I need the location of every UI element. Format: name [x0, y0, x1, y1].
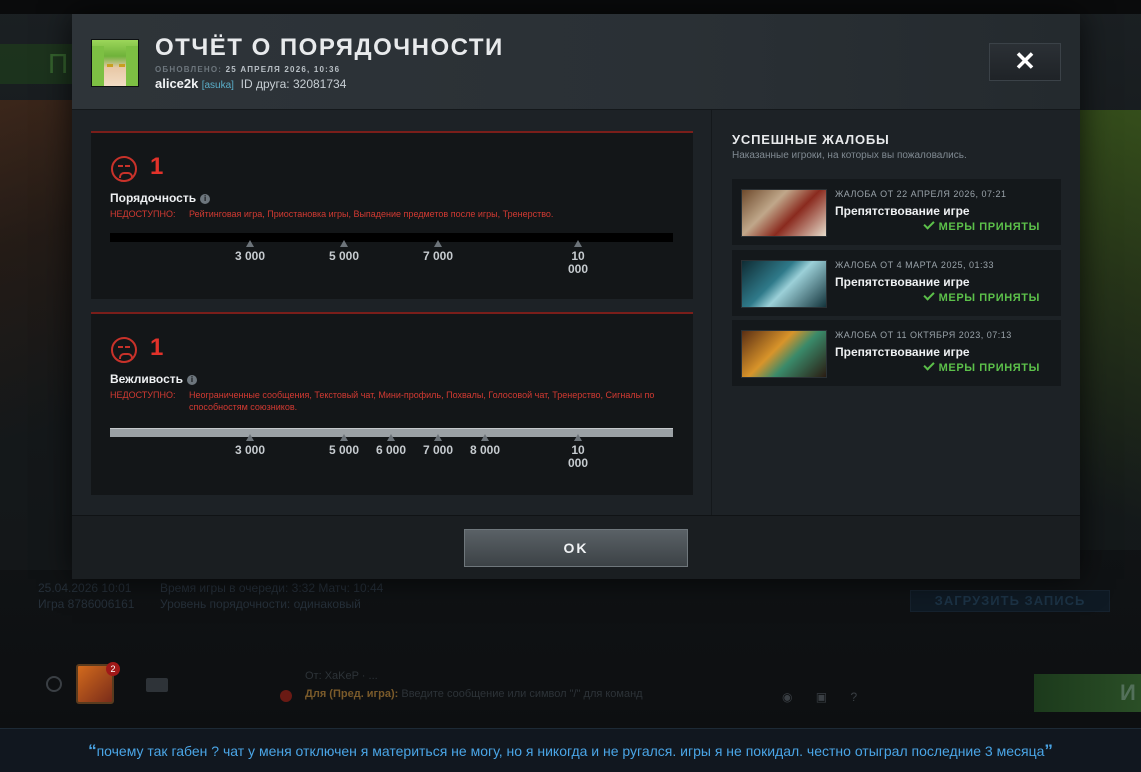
- modal-title: ОТЧЁТ О ПОРЯДОЧНОСТИ: [155, 34, 504, 61]
- politeness-label-text: Вежливость: [110, 372, 184, 386]
- angry-face-icon: [111, 337, 137, 363]
- report-item: ЖАЛОБА ОТ 4 МАРТА 2025, 01:33 Препятство…: [732, 250, 1061, 316]
- chat-tool-icons[interactable]: ◉ ▣ ?: [782, 690, 867, 704]
- report-status-text: МЕРЫ ПРИНЯТЫ: [938, 362, 1040, 374]
- politeness-unavailable: НЕДОСТУПНО: Неограниченные сообщения, Те…: [110, 389, 670, 413]
- report-reason: Препятствование игре: [835, 345, 970, 359]
- report-status-text: МЕРЫ ПРИНЯТЫ: [938, 221, 1040, 233]
- conduct-label-text: Порядочность: [110, 191, 197, 205]
- report-reason: Препятствование игре: [835, 204, 970, 218]
- match-meta: 25.04.2026 10:01 Игра 8786006161: [38, 580, 134, 612]
- divider: [711, 110, 712, 515]
- top-bar: [0, 0, 1141, 14]
- report-date: ЖАЛОБА ОТ 11 ОКТЯБРЯ 2023, 07:13: [835, 330, 1012, 340]
- report-status: МЕРЫ ПРИНЯТЫ: [922, 218, 1040, 233]
- chat-from: От: XaKeP · ...: [305, 670, 378, 682]
- conduct-panel: 1 Порядочность i НЕДОСТУПНО: Рейтинговая …: [91, 131, 693, 299]
- conduct-report-modal: ОТЧЁТ О ПОРЯДОЧНОСТИ ОБНОВЛЕНО: 25 АПРЕЛ…: [72, 14, 1080, 579]
- friend-id: ID друга: 32081734: [240, 77, 347, 91]
- user-line: alice2k [asuka] ID друга: 32081734: [155, 76, 346, 91]
- threshold-tick: 5 000: [314, 240, 374, 263]
- report-date: ЖАЛОБА ОТ 22 АПРЕЛЯ 2026, 07:21: [835, 189, 1007, 199]
- report-item: ЖАЛОБА ОТ 22 АПРЕЛЯ 2026, 07:21 Препятст…: [732, 179, 1061, 245]
- angry-face-icon: [111, 156, 137, 182]
- background-hero-art-left: [0, 100, 72, 570]
- report-status-text: МЕРЫ ПРИНЯТЫ: [938, 292, 1040, 304]
- info-icon[interactable]: i: [200, 194, 211, 204]
- refresh-icon[interactable]: [46, 676, 62, 692]
- caption-text: почему так габен ? чат у меня отключен я…: [96, 743, 1045, 759]
- chat-channel-icon: [280, 690, 292, 702]
- background-heading: П: [0, 44, 72, 84]
- updated-date: 25 АПРЕЛЯ 2026, 10:36: [225, 65, 341, 74]
- open-quote: “: [88, 741, 97, 760]
- report-status: МЕРЫ ПРИНЯТЫ: [922, 359, 1040, 374]
- chat-input[interactable]: Для (Пред. игра): Введите сообщение или …: [305, 688, 643, 700]
- politeness-score: 1: [150, 334, 164, 361]
- modal-footer: OK: [72, 515, 1080, 579]
- threshold-tick: 10 000: [562, 240, 594, 276]
- threshold-tick: 8 000: [455, 434, 515, 457]
- unavailable-text: Рейтинговая игра, Приостановка игры, Вып…: [189, 209, 554, 219]
- unavailable-label: НЕДОСТУПНО:: [110, 390, 176, 400]
- match-date: 25.04.2026 10:01: [38, 581, 132, 595]
- chat-bar: [0, 660, 1141, 710]
- conduct-label: Порядочность i: [110, 191, 211, 205]
- match-queue-time: Время игры в очереди: 3:32 Матч: 10:44: [160, 581, 384, 595]
- report-item: ЖАЛОБА ОТ 11 ОКТЯБРЯ 2023, 07:13 Препятс…: [732, 320, 1061, 386]
- unavailable-label: НЕДОСТУПНО:: [110, 209, 176, 219]
- hero-portrait: [741, 189, 827, 237]
- threshold-tick: 3 000: [220, 240, 280, 263]
- chat-placeholder: Введите сообщение или символ "/" для ком…: [401, 688, 643, 700]
- updated-line: ОБНОВЛЕНО: 25 АПРЕЛЯ 2026, 10:36: [155, 65, 340, 74]
- load-record-button[interactable]: ЗАГРУЗИТЬ ЗАПИСЬ: [910, 590, 1110, 612]
- reports-subtitle: Наказанные игроки, на которых вы пожалов…: [732, 150, 967, 161]
- hero-portrait: [741, 260, 827, 308]
- checkmark-icon: [922, 359, 935, 371]
- hero-portrait: [741, 330, 827, 378]
- politeness-panel: 1 Вежливость i НЕДОСТУПНО: Неограниченные…: [91, 312, 693, 495]
- report-date: ЖАЛОБА ОТ 4 МАРТА 2025, 01:33: [835, 260, 994, 270]
- match-behavior-level: Уровень порядочности: одинаковый: [160, 597, 361, 611]
- background-heading-text: П: [48, 48, 69, 79]
- updated-label: ОБНОВЛЕНО:: [155, 65, 223, 74]
- info-icon[interactable]: i: [187, 375, 198, 385]
- modal-header: ОТЧЁТ О ПОРЯДОЧНОСТИ ОБНОВЛЕНО: 25 АПРЕЛ…: [72, 14, 1080, 110]
- close-quote: ”: [1044, 741, 1053, 760]
- background-hero-art-right: [1080, 110, 1141, 550]
- caption: “почему так габен ? чат у меня отключен …: [0, 728, 1141, 772]
- user-tag: [asuka]: [201, 80, 234, 91]
- ok-button[interactable]: OK: [464, 529, 688, 567]
- match-game-id: Игра 8786006161: [38, 597, 135, 611]
- conduct-unavailable: НЕДОСТУПНО: Рейтинговая игра, Приостанов…: [110, 208, 670, 220]
- report-reason: Препятствование игре: [835, 275, 970, 289]
- chat-channel: Для (Пред. игра):: [305, 688, 399, 700]
- close-button[interactable]: ✕: [989, 43, 1061, 81]
- conduct-score: 1: [150, 153, 164, 180]
- threshold-tick: 7 000: [408, 240, 468, 263]
- user-avatar: [91, 39, 139, 87]
- threshold-tick: 10 000: [562, 434, 594, 470]
- party-icon[interactable]: [146, 678, 168, 692]
- username: alice2k: [155, 76, 199, 91]
- checkmark-icon: [922, 289, 935, 301]
- threshold-tick: 3 000: [220, 434, 280, 457]
- reports-title: УСПЕШНЫЕ ЖАЛОБЫ: [732, 132, 890, 147]
- checkmark-icon: [922, 218, 935, 230]
- report-status: МЕРЫ ПРИНЯТЫ: [922, 289, 1040, 304]
- politeness-label: Вежливость i: [110, 372, 198, 386]
- play-button[interactable]: И: [1034, 674, 1141, 712]
- notification-badge: 2: [106, 662, 120, 676]
- match-meta-details: Время игры в очереди: 3:32 Матч: 10:44 У…: [160, 580, 383, 612]
- unavailable-text: Неограниченные сообщения, Текстовый чат,…: [189, 390, 655, 412]
